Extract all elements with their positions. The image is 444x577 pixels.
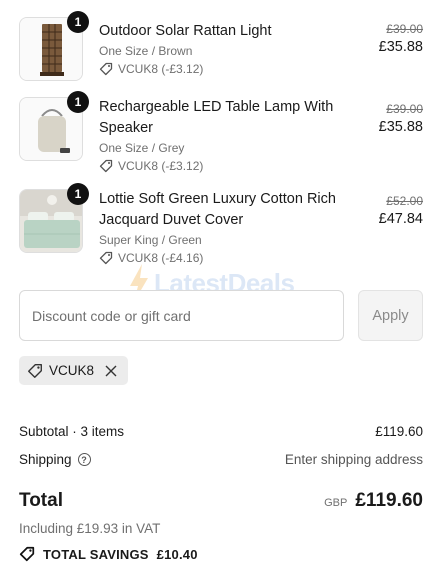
tag-icon	[28, 363, 42, 378]
savings-value: £10.40	[156, 546, 198, 562]
total-row: Total GBP £119.60	[19, 490, 423, 512]
subtotal-label: Subtotal · 3 items	[19, 424, 125, 439]
product-variant: One Size / Grey	[99, 141, 185, 155]
shipping-row: Shipping ? Enter shipping address	[19, 452, 423, 467]
vat-note: Including £19.93 in VAT	[19, 521, 161, 536]
item-prices: £39.00 £35.88	[379, 101, 423, 137]
quantity-badge: 1	[67, 11, 89, 33]
shipping-label-wrap: Shipping ?	[19, 452, 91, 467]
currency-code: GBP	[324, 497, 348, 509]
original-price: £39.00	[386, 22, 423, 36]
cart-item: 1 Rechargeable LED Table Lamp With Speak…	[19, 91, 423, 173]
subtotal-row: Subtotal · 3 items £119.60	[19, 424, 423, 439]
total-value: £119.60	[355, 490, 423, 511]
shipping-value: Enter shipping address	[284, 452, 423, 467]
item-discount-label: VCUK8 (-£3.12)	[118, 159, 204, 173]
help-icon[interactable]: ?	[77, 453, 91, 466]
discounted-price: £47.84	[378, 211, 423, 227]
savings-label: TOTAL SAVINGS	[43, 546, 149, 562]
product-thumbnail-wrap: 1	[19, 91, 89, 161]
cart-item: 1 Lottie Soft Green Luxury Cotton Rich J…	[19, 183, 423, 265]
item-discount-label: VCUK8 (-£3.12)	[118, 62, 204, 76]
item-discount: VCUK8 (-£4.16)	[99, 251, 343, 265]
original-price: £52.00	[386, 194, 423, 208]
close-icon[interactable]	[104, 364, 118, 378]
item-discount-label: VCUK8 (-£4.16)	[118, 251, 204, 265]
item-prices: £52.00 £47.84	[379, 193, 423, 229]
tag-icon	[99, 159, 113, 173]
apply-button[interactable]: Apply	[358, 290, 423, 341]
shipping-label: Shipping	[19, 452, 72, 467]
item-discount: VCUK8 (-£3.12)	[99, 62, 343, 76]
product-name: Outdoor Solar Rattan Light	[99, 23, 272, 39]
item-info: Lottie Soft Green Luxury Cotton Rich Jac…	[99, 189, 343, 265]
product-name: Rechargeable LED Table Lamp With Speaker	[99, 99, 334, 136]
total-label: Total	[19, 490, 63, 511]
cart-item: 1 Outdoor Solar Rattan Light One Size / …	[19, 11, 423, 81]
product-variant: One Size / Brown	[99, 44, 193, 58]
discounted-price: £35.88	[378, 119, 423, 135]
original-price: £39.00	[386, 102, 423, 116]
subtotal-value: £119.60	[375, 424, 423, 439]
item-info: Rechargeable LED Table Lamp With Speaker…	[99, 97, 343, 173]
discount-form: Apply	[19, 290, 423, 341]
tag-icon	[19, 546, 35, 562]
product-name: Lottie Soft Green Luxury Cotton Rich Jac…	[99, 191, 336, 228]
product-thumbnail-wrap: 1	[19, 183, 89, 253]
total-amount: GBP £119.60	[324, 490, 423, 512]
product-thumbnail-wrap: 1	[19, 11, 89, 81]
tag-icon	[99, 251, 113, 265]
total-savings: TOTAL SAVINGS £10.40	[19, 546, 198, 562]
item-prices: £39.00 £35.88	[379, 21, 423, 57]
discount-code-input[interactable]	[19, 290, 344, 341]
applied-code-label: VCUK8	[49, 363, 95, 378]
item-info: Outdoor Solar Rattan Light One Size / Br…	[99, 21, 343, 76]
applied-code-chip: VCUK8	[19, 356, 129, 385]
item-discount: VCUK8 (-£3.12)	[99, 159, 343, 173]
quantity-badge: 1	[67, 91, 89, 113]
quantity-badge: 1	[67, 183, 89, 205]
product-variant: Super King / Green	[99, 233, 202, 247]
discounted-price: £35.88	[378, 39, 423, 55]
tag-icon	[99, 62, 113, 76]
